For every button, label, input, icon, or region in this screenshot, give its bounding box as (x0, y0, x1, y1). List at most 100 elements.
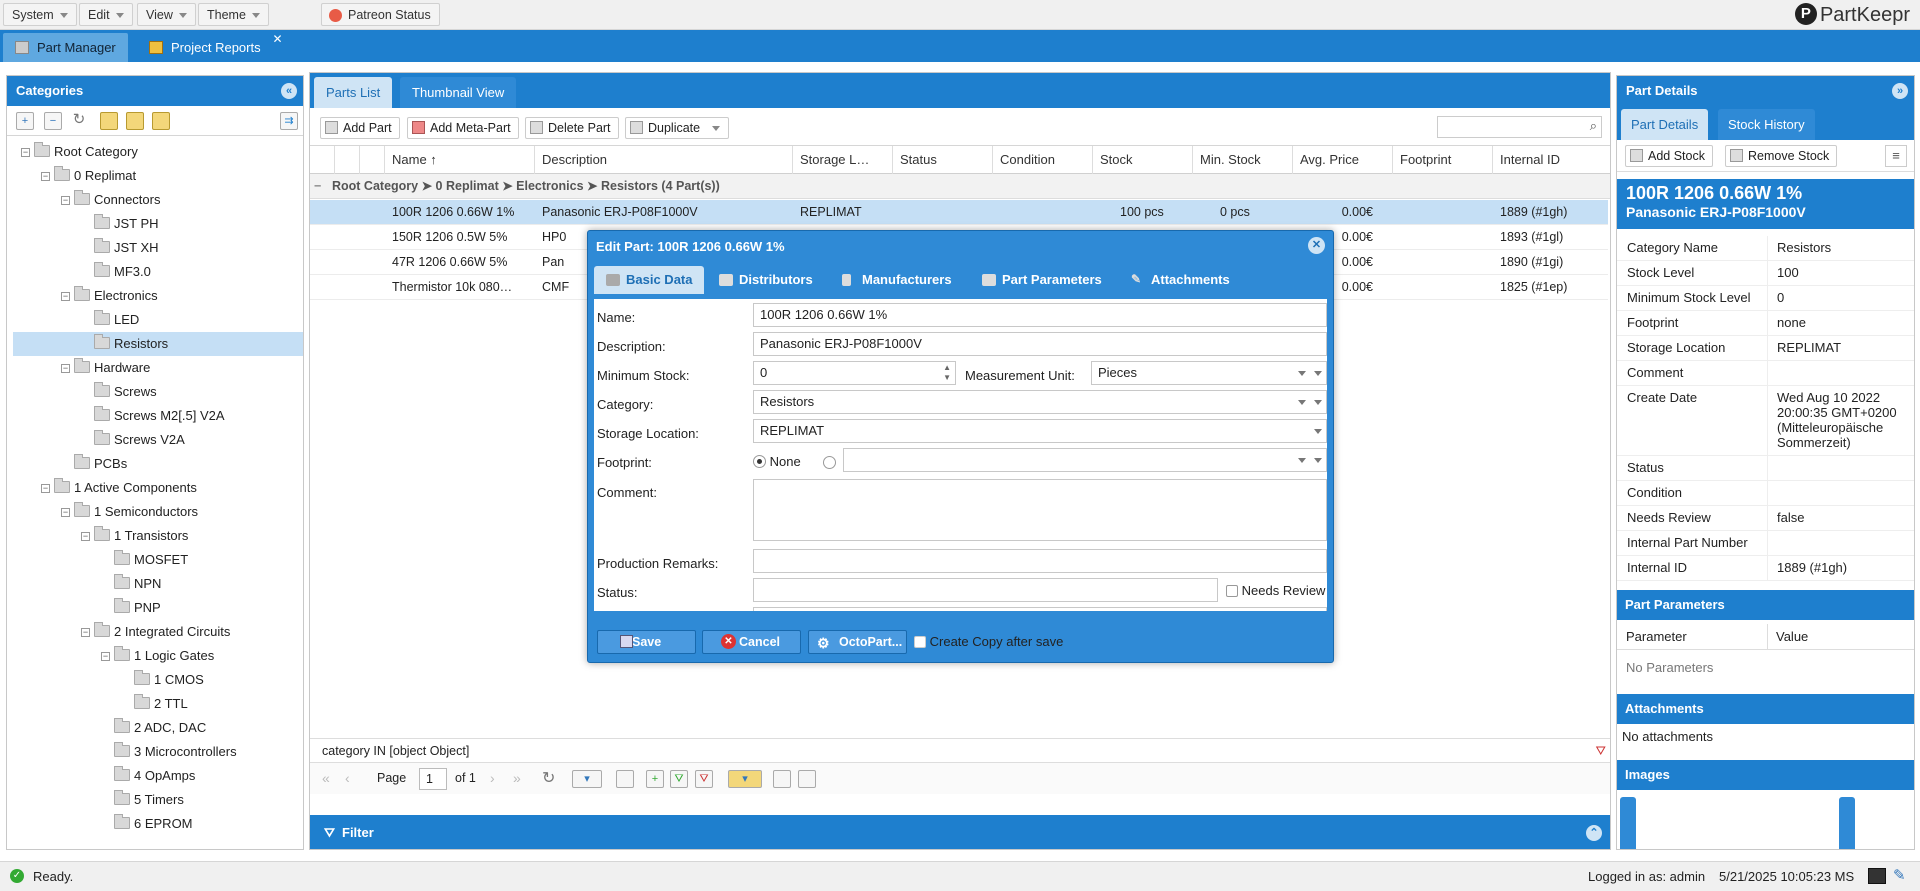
footprint-select-radio[interactable] (823, 456, 836, 469)
footprint-none-radio[interactable]: None (753, 454, 801, 469)
tab-part-manager[interactable]: Part Manager (3, 33, 128, 62)
col-name[interactable]: Name ↑ (385, 146, 535, 174)
tree-item[interactable]: Resistors (13, 332, 303, 356)
tree-item[interactable]: − 1 Semiconductors (13, 500, 198, 524)
tree-item[interactable]: 6 EPROM (13, 812, 193, 836)
table-row[interactable]: 100R 1206 0.66W 1% Panasonic ERJ-P08F1000… (310, 200, 1608, 225)
col-icon-2[interactable] (335, 146, 360, 174)
collapse-all-icon[interactable]: − (44, 112, 62, 130)
add-part-button[interactable]: Add Part (320, 117, 400, 139)
filter-panel-header[interactable]: ⛛ Filter ⌃ (310, 815, 1610, 849)
cancel-button[interactable]: ✕ Cancel (702, 630, 801, 654)
dialog-tab-part-parameters[interactable]: Part Parameters (970, 266, 1114, 294)
edit-category-icon[interactable] (126, 112, 144, 130)
storage-select[interactable]: REPLIMAT (753, 419, 1327, 443)
duplicate-button[interactable]: Duplicate (625, 117, 730, 139)
tree-item[interactable]: 4 OpAmps (13, 764, 195, 788)
collapse-node-icon[interactable]: − (61, 196, 70, 205)
close-tab-icon[interactable]: ✕ (273, 25, 283, 54)
column-icon[interactable] (616, 770, 634, 788)
tree-item[interactable]: Screws M2[.5] V2A (13, 404, 225, 428)
tab-part-details[interactable]: Part Details (1621, 109, 1709, 140)
col-parameter[interactable]: Parameter (1626, 629, 1687, 644)
tree-item[interactable]: JST PH (13, 212, 159, 236)
collapse-node-icon[interactable]: − (21, 148, 30, 157)
add-meta-part-button[interactable]: Add Meta-Part (407, 117, 519, 139)
clear-filter-icon[interactable]: ⛛ (1595, 739, 1606, 763)
dialog-tab-distributors[interactable]: Distributors (707, 266, 825, 294)
collapse-left-icon[interactable]: « (281, 83, 297, 99)
col-footprint[interactable]: Footprint (1393, 146, 1493, 174)
tree-item[interactable]: 3 Microcontrollers (13, 740, 237, 764)
name-input[interactable]: 100R 1206 0.66W 1% (753, 303, 1327, 327)
print-icon[interactable] (798, 770, 816, 788)
col-value[interactable]: Value (1767, 624, 1808, 650)
tab-parts-list[interactable]: Parts List (314, 77, 393, 108)
remove-filter-icon[interactable]: ⛛ (695, 770, 713, 788)
menu-icon[interactable]: ≡ (1885, 145, 1907, 167)
tree-item[interactable]: − Hardware (13, 356, 150, 380)
collapse-node-icon[interactable]: − (101, 652, 110, 661)
export-icon[interactable]: ▾ (572, 770, 602, 788)
refresh-grid-icon[interactable]: ↻ (542, 768, 555, 788)
tree-item[interactable]: 1 CMOS (13, 668, 204, 692)
tab-thumbnail-view[interactable]: Thumbnail View (400, 77, 517, 108)
collapse-right-icon[interactable]: » (1892, 83, 1908, 99)
tree-item[interactable]: MF3.0 (13, 260, 151, 284)
col-status[interactable]: Status (893, 146, 993, 174)
tree-item[interactable]: PCBs (13, 452, 127, 476)
page-input[interactable]: 1 (419, 768, 447, 790)
collapse-node-icon[interactable]: − (41, 484, 50, 493)
dialog-close-icon[interactable]: ✕ (1308, 237, 1325, 254)
expand-all-icon[interactable]: + (16, 112, 34, 130)
last-page-icon[interactable]: » (513, 770, 521, 786)
dialog-tab-attachments[interactable]: ✎ Attachments (1119, 266, 1242, 294)
remove-stock-button[interactable]: Remove Stock (1725, 145, 1838, 167)
col-min-stock[interactable]: Min. Stock (1193, 146, 1293, 174)
collapse-node-icon[interactable]: − (61, 292, 70, 301)
tree-item[interactable]: − Root Category (13, 140, 138, 164)
collapse-node-icon[interactable]: − (61, 364, 70, 373)
collapse-node-icon[interactable]: − (81, 532, 90, 541)
collapse-node-icon[interactable]: − (81, 628, 90, 637)
sync-icon[interactable]: ⇉ (280, 112, 298, 130)
collapse-node-icon[interactable]: − (41, 172, 50, 181)
octopart-button[interactable]: ⚙ OctoPart... (808, 630, 907, 654)
parts-search-input[interactable]: ⌕ (1437, 116, 1602, 138)
tree-item[interactable]: 2 ADC, DAC (13, 716, 206, 740)
col-icon-3[interactable] (360, 146, 385, 174)
group-header[interactable]: − Root Category ➤ 0 Replimat ➤ Electronic… (310, 174, 1610, 199)
pen-icon[interactable]: ✎ (1893, 866, 1911, 884)
delete-category-icon[interactable] (152, 112, 170, 130)
tree-item[interactable]: Screws (13, 380, 157, 404)
menu-system[interactable]: System (3, 3, 77, 26)
comment-textarea[interactable] (753, 479, 1327, 541)
tree-item[interactable]: − 1 Active Components (13, 476, 197, 500)
min-stock-stepper[interactable]: 0 ▲ ▼ (753, 361, 956, 385)
next-page-icon[interactable]: › (490, 770, 495, 786)
add-category-icon[interactable] (100, 112, 118, 130)
col-description[interactable]: Description (535, 146, 793, 174)
menu-edit[interactable]: Edit (79, 3, 133, 26)
tab-project-reports[interactable]: Project Reports ✕ (137, 32, 289, 62)
tree-item[interactable]: JST XH (13, 236, 159, 260)
tab-stock-history[interactable]: Stock History (1718, 109, 1815, 140)
menu-theme[interactable]: Theme (198, 3, 269, 26)
add-stock-button[interactable]: Add Stock (1625, 145, 1713, 167)
unit-select[interactable]: Pieces (1091, 361, 1327, 385)
col-stock[interactable]: Stock (1093, 146, 1193, 174)
image-scroll-right[interactable] (1839, 797, 1855, 849)
create-copy-checkbox[interactable]: Create Copy after save (914, 634, 1063, 649)
tree-item[interactable]: 5 Timers (13, 788, 184, 812)
tree-item[interactable]: MOSFET (13, 548, 188, 572)
col-internal-id[interactable]: Internal ID (1493, 146, 1610, 174)
footprint-select[interactable] (843, 448, 1327, 472)
description-input[interactable]: Panasonic ERJ-P08F1000V (753, 332, 1327, 356)
patreon-status-button[interactable]: Patreon Status (321, 3, 440, 26)
save-button[interactable]: Save (597, 630, 696, 654)
paste-icon[interactable]: ▾ (728, 770, 762, 788)
report-icon[interactable] (773, 770, 791, 788)
tree-item[interactable]: LED (13, 308, 139, 332)
col-icon-1[interactable] (310, 146, 335, 174)
menu-view[interactable]: View (137, 3, 196, 26)
